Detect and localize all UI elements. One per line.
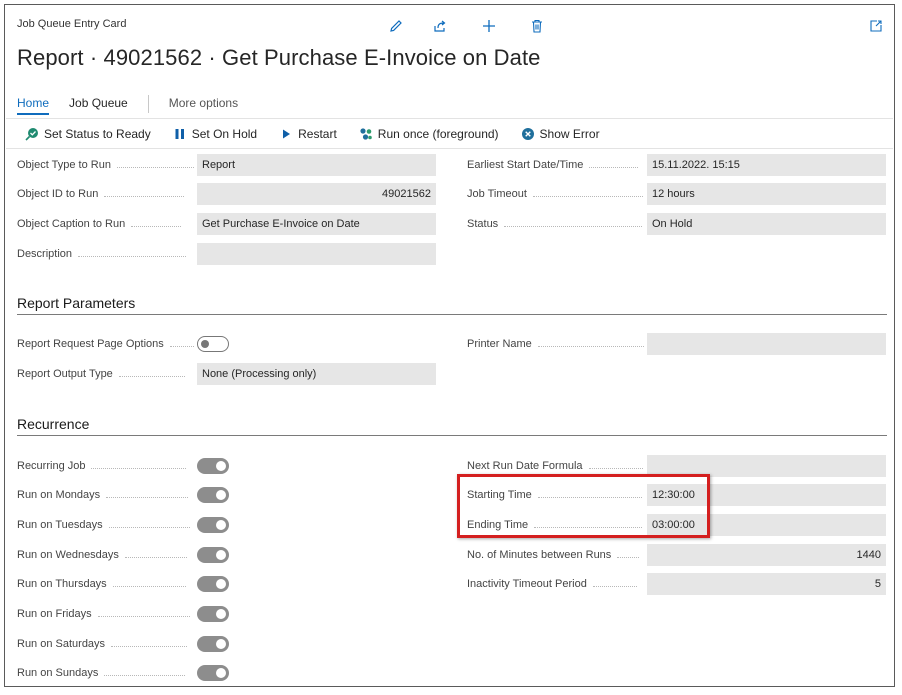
run-once-label: Run once (foreground)	[377, 127, 499, 141]
set-on-hold-button[interactable]: Set On Hold	[173, 127, 257, 141]
run-once-button[interactable]: Run once (foreground)	[359, 127, 499, 141]
divider	[6, 118, 893, 119]
object-caption-field[interactable]: Get Purchase E-Invoice on Date	[197, 213, 436, 235]
edit-icon[interactable]	[386, 16, 406, 36]
minutes-between-runs-label: No. of Minutes between Runs	[467, 544, 640, 566]
show-error-label: Show Error	[539, 127, 600, 141]
run-on-fridays-label: Run on Fridays	[17, 603, 190, 625]
object-id-label: Object ID to Run	[17, 183, 185, 205]
set-status-ready-button[interactable]: Set Status to Ready	[25, 127, 151, 141]
job-timeout-label: Job Timeout	[467, 183, 643, 205]
show-error-button[interactable]: Show Error	[521, 127, 600, 141]
action-bar: Set Status to Ready Set On Hold Restart …	[25, 127, 622, 141]
run-on-thursdays-label: Run on Thursdays	[17, 573, 186, 595]
object-caption-label: Object Caption to Run	[17, 213, 182, 235]
earliest-start-label: Earliest Start Date/Time	[467, 154, 639, 176]
tab-job-queue[interactable]: Job Queue	[69, 96, 128, 113]
inactivity-timeout-label: Inactivity Timeout Period	[467, 573, 637, 595]
collapse-icon[interactable]	[866, 16, 886, 36]
request-page-options-toggle[interactable]	[197, 336, 229, 352]
printer-name-field[interactable]	[647, 333, 886, 355]
share-icon[interactable]	[430, 16, 450, 36]
section-divider	[17, 435, 887, 436]
restart-button[interactable]: Restart	[279, 127, 337, 141]
starting-time-field[interactable]: 12:30:00	[647, 484, 886, 506]
run-on-sundays-label: Run on Sundays	[17, 662, 186, 684]
description-label: Description	[17, 243, 187, 265]
delete-icon[interactable]	[527, 16, 547, 36]
page-title: Report · 49021562 · Get Purchase E-Invoi…	[17, 45, 541, 70]
inactivity-timeout-field[interactable]: 5	[647, 573, 886, 595]
ready-icon	[25, 127, 39, 141]
run-on-wednesdays-label: Run on Wednesdays	[17, 544, 187, 566]
starting-time-label: Starting Time	[467, 484, 642, 506]
run-on-sundays-toggle[interactable]	[197, 665, 229, 681]
ending-time-label: Ending Time	[467, 514, 643, 536]
tab-divider	[147, 95, 149, 113]
printer-name-label: Printer Name	[467, 333, 644, 355]
pause-icon	[173, 127, 187, 141]
run-on-tuesdays-label: Run on Tuesdays	[17, 514, 190, 536]
request-page-options-label: Report Request Page Options	[17, 333, 194, 355]
earliest-start-field[interactable]: 15.11.2022. 15:15	[647, 154, 886, 176]
object-id-field[interactable]: 49021562	[197, 183, 436, 205]
job-queue-entry-card: Job Queue Entry Card Report · 49021562 ·…	[4, 4, 895, 687]
set-status-ready-label: Set Status to Ready	[44, 127, 151, 141]
run-on-thursdays-toggle[interactable]	[197, 576, 229, 592]
object-type-label: Object Type to Run	[17, 154, 194, 176]
add-icon[interactable]	[479, 16, 499, 36]
error-icon	[521, 127, 535, 141]
tab-home[interactable]: Home	[17, 96, 50, 115]
output-type-field[interactable]: None (Processing only)	[197, 363, 436, 385]
set-on-hold-label: Set On Hold	[191, 127, 258, 141]
card-caption: Job Queue Entry Card	[17, 18, 127, 30]
recurring-job-label: Recurring Job	[17, 455, 187, 477]
description-field[interactable]	[197, 243, 436, 265]
run-on-saturdays-toggle[interactable]	[197, 636, 229, 652]
run-on-wednesdays-toggle[interactable]	[197, 547, 229, 563]
action-tabs: Home Job Queue More options	[17, 93, 258, 115]
divider	[6, 148, 893, 149]
status-label: Status	[467, 213, 643, 235]
next-run-formula-field[interactable]	[647, 455, 886, 477]
run-on-mondays-toggle[interactable]	[197, 487, 229, 503]
run-on-mondays-label: Run on Mondays	[17, 484, 189, 506]
minutes-between-runs-field[interactable]: 1440	[647, 544, 886, 566]
status-field[interactable]: On Hold	[647, 213, 886, 235]
run-icon	[359, 127, 373, 141]
restart-label: Restart	[298, 127, 337, 141]
tab-more-options[interactable]: More options	[169, 96, 238, 113]
run-on-tuesdays-toggle[interactable]	[197, 517, 229, 533]
job-timeout-field[interactable]: 12 hours	[647, 183, 886, 205]
run-on-saturdays-label: Run on Saturdays	[17, 633, 188, 655]
ending-time-field[interactable]: 03:00:00	[647, 514, 886, 536]
output-type-label: Report Output Type	[17, 363, 185, 385]
play-icon	[279, 127, 293, 141]
run-on-fridays-toggle[interactable]	[197, 606, 229, 622]
object-type-field[interactable]: Report	[197, 154, 436, 176]
report-parameters-title[interactable]: Report Parameters	[17, 295, 135, 311]
recurrence-title[interactable]: Recurrence	[17, 416, 89, 432]
recurring-job-toggle[interactable]	[197, 458, 229, 474]
section-divider	[17, 314, 887, 315]
next-run-formula-label: Next Run Date Formula	[467, 455, 643, 477]
